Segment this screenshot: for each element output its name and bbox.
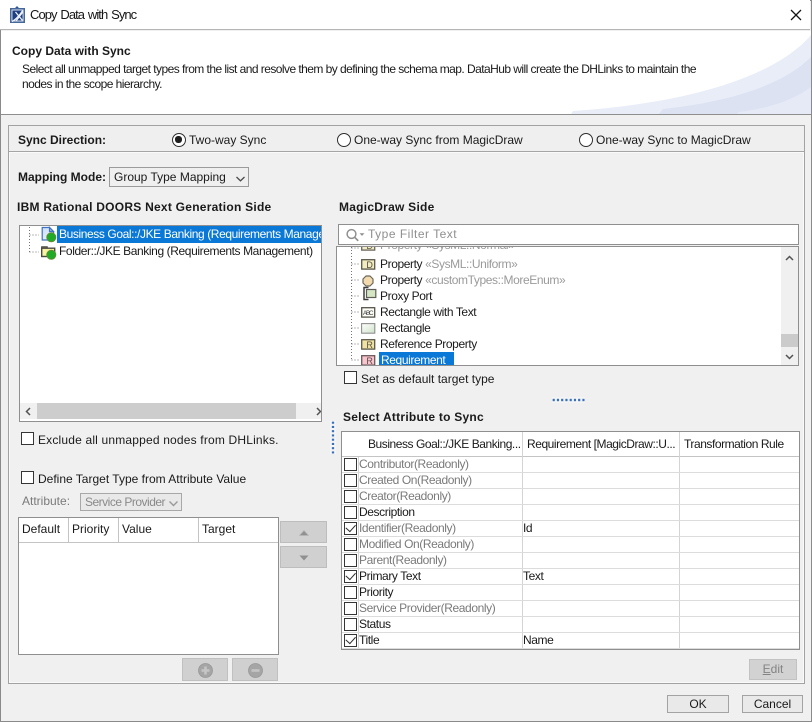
svg-text:ABC: ABC xyxy=(363,310,374,317)
svg-text:R: R xyxy=(366,356,373,366)
svg-text:D: D xyxy=(366,260,373,270)
svg-text:R: R xyxy=(366,340,373,350)
svg-text:D: D xyxy=(366,246,373,251)
